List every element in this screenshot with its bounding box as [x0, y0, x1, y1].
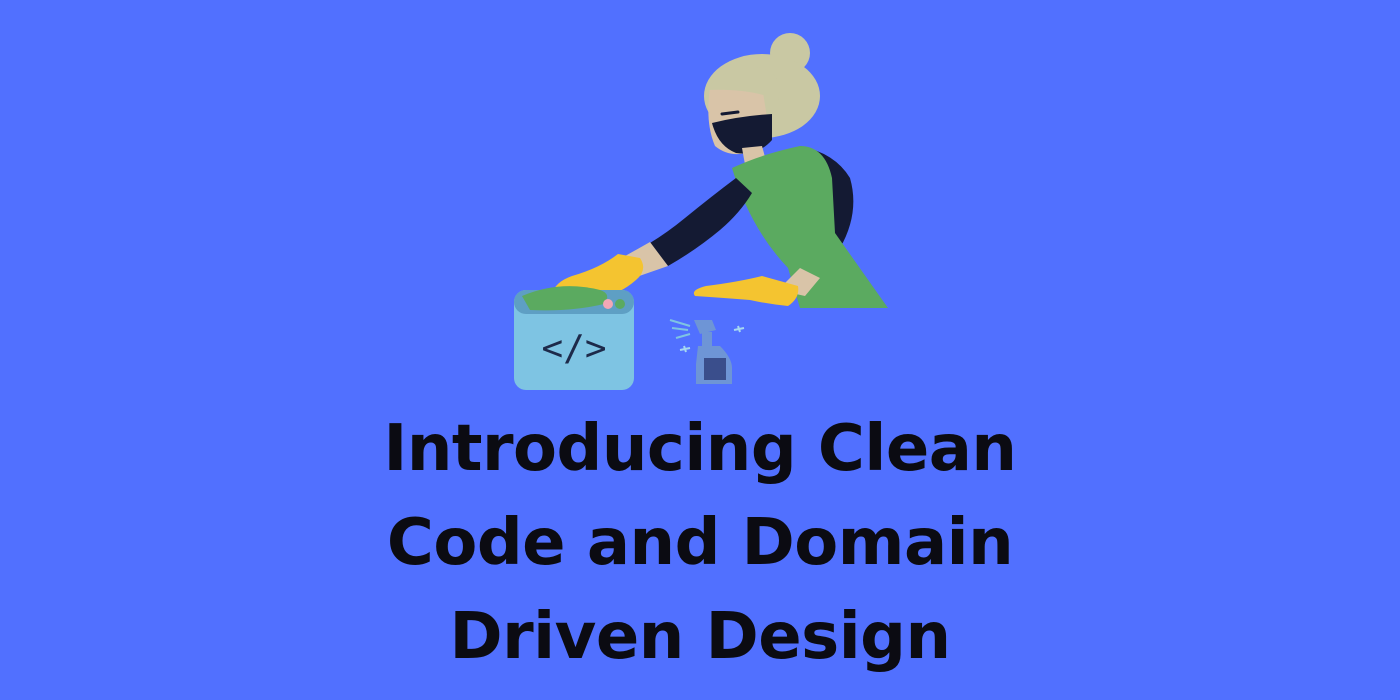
code-window-icon: </>	[514, 286, 634, 390]
page-title: Introducing Clean Code and Domain Driven…	[200, 402, 1200, 684]
spray-bottle-icon	[669, 319, 745, 384]
cleaning-illustration: </>	[500, 28, 900, 393]
svg-text:</>: </>	[541, 328, 606, 369]
title-line-2: Code and Domain	[386, 506, 1014, 580]
cleaner-person-icon	[552, 33, 888, 308]
title-line-1: Introducing Clean	[383, 412, 1017, 486]
title-line-3: Driven Design	[449, 600, 951, 674]
